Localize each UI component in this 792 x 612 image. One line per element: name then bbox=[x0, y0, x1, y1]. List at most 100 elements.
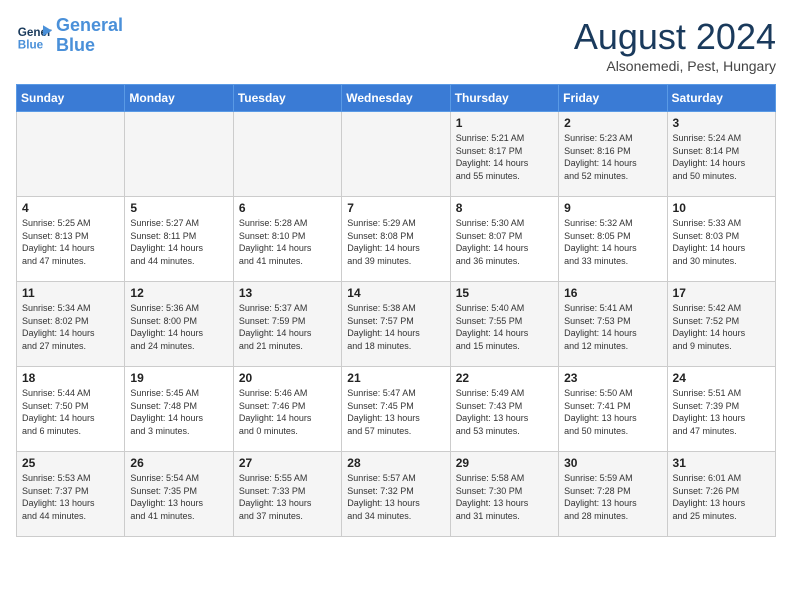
day-info: Sunrise: 5:46 AM Sunset: 7:46 PM Dayligh… bbox=[239, 387, 336, 437]
day-info: Sunrise: 5:42 AM Sunset: 7:52 PM Dayligh… bbox=[673, 302, 770, 352]
day-info: Sunrise: 5:33 AM Sunset: 8:03 PM Dayligh… bbox=[673, 217, 770, 267]
calendar-cell: 2Sunrise: 5:23 AM Sunset: 8:16 PM Daylig… bbox=[559, 112, 667, 197]
weekday-header-sunday: Sunday bbox=[17, 85, 125, 112]
calendar-cell: 27Sunrise: 5:55 AM Sunset: 7:33 PM Dayli… bbox=[233, 452, 341, 537]
calendar-cell: 17Sunrise: 5:42 AM Sunset: 7:52 PM Dayli… bbox=[667, 282, 775, 367]
day-number: 3 bbox=[673, 116, 770, 130]
calendar-cell: 14 Sunrise: 5:38 AM Sunset: 7:57 PM Dayli… bbox=[342, 282, 450, 367]
day-number: 7 bbox=[347, 201, 444, 215]
calendar-cell: 4Sunrise: 5:25 AM Sunset: 8:13 PM Daylig… bbox=[17, 197, 125, 282]
day-number: 31 bbox=[673, 456, 770, 470]
day-info: Sunrise: 5:45 AM Sunset: 7:48 PM Dayligh… bbox=[130, 387, 227, 437]
day-number: 20 bbox=[239, 371, 336, 385]
day-info: Sunrise: 5:23 AM Sunset: 8:16 PM Dayligh… bbox=[564, 132, 661, 182]
calendar-cell: 30 Sunrise: 5:59 AM Sunset: 7:28 PM Dayli… bbox=[559, 452, 667, 537]
weekday-header-tuesday: Tuesday bbox=[233, 85, 341, 112]
day-number: 9 bbox=[564, 201, 661, 215]
calendar-cell: 18 Sunrise: 5:44 AM Sunset: 7:50 PM Dayli… bbox=[17, 367, 125, 452]
day-number: 4 bbox=[22, 201, 119, 215]
day-number: 11 bbox=[22, 286, 119, 300]
calendar-cell: 31 Sunrise: 6:01 AM Sunset: 7:26 PM Dayli… bbox=[667, 452, 775, 537]
day-number: 21 bbox=[347, 371, 444, 385]
day-number: 6 bbox=[239, 201, 336, 215]
calendar-cell: 12 Sunrise: 5:36 AM Sunset: 8:00 PM Dayli… bbox=[125, 282, 233, 367]
day-number: 14 bbox=[347, 286, 444, 300]
calendar-cell bbox=[233, 112, 341, 197]
calendar-cell bbox=[125, 112, 233, 197]
calendar-cell: 20 Sunrise: 5:46 AM Sunset: 7:46 PM Dayli… bbox=[233, 367, 341, 452]
day-info: Sunrise: 5:37 AM Sunset: 7:59 PM Dayligh… bbox=[239, 302, 336, 352]
day-info: Sunrise: 5:49 AM Sunset: 7:43 PM Dayligh… bbox=[456, 387, 553, 437]
logo: General Blue General Blue bbox=[16, 16, 123, 56]
week-row-2: 4Sunrise: 5:25 AM Sunset: 8:13 PM Daylig… bbox=[17, 197, 776, 282]
day-info: Sunrise: 5:44 AM Sunset: 7:50 PM Dayligh… bbox=[22, 387, 119, 437]
day-info: Sunrise: 5:58 AM Sunset: 7:30 PM Dayligh… bbox=[456, 472, 553, 522]
calendar-cell: 19 Sunrise: 5:45 AM Sunset: 7:48 PM Dayli… bbox=[125, 367, 233, 452]
day-info: Sunrise: 5:54 AM Sunset: 7:35 PM Dayligh… bbox=[130, 472, 227, 522]
day-info: Sunrise: 5:24 AM Sunset: 8:14 PM Dayligh… bbox=[673, 132, 770, 182]
day-info: Sunrise: 5:38 AM Sunset: 7:57 PM Dayligh… bbox=[347, 302, 444, 352]
day-number: 12 bbox=[130, 286, 227, 300]
day-number: 25 bbox=[22, 456, 119, 470]
day-number: 18 bbox=[22, 371, 119, 385]
day-info: Sunrise: 5:59 AM Sunset: 7:28 PM Dayligh… bbox=[564, 472, 661, 522]
weekday-header-thursday: Thursday bbox=[450, 85, 558, 112]
week-row-1: 1 Sunrise: 5:21 AM Sunset: 8:17 PM Daylig… bbox=[17, 112, 776, 197]
calendar-cell: 5 Sunrise: 5:27 AM Sunset: 8:11 PM Daylig… bbox=[125, 197, 233, 282]
calendar-cell bbox=[17, 112, 125, 197]
day-number: 24 bbox=[673, 371, 770, 385]
day-number: 1 bbox=[456, 116, 553, 130]
location-subtitle: Alsonemedi, Pest, Hungary bbox=[574, 58, 776, 74]
day-info: Sunrise: 5:21 AM Sunset: 8:17 PM Dayligh… bbox=[456, 132, 553, 182]
calendar-cell bbox=[342, 112, 450, 197]
calendar-cell: 25 Sunrise: 5:53 AM Sunset: 7:37 PM Dayli… bbox=[17, 452, 125, 537]
day-info: Sunrise: 5:53 AM Sunset: 7:37 PM Dayligh… bbox=[22, 472, 119, 522]
day-info: Sunrise: 5:47 AM Sunset: 7:45 PM Dayligh… bbox=[347, 387, 444, 437]
day-number: 13 bbox=[239, 286, 336, 300]
day-number: 8 bbox=[456, 201, 553, 215]
week-row-3: 11 Sunrise: 5:34 AM Sunset: 8:02 PM Dayli… bbox=[17, 282, 776, 367]
calendar-table: SundayMondayTuesdayWednesdayThursdayFrid… bbox=[16, 84, 776, 537]
day-info: Sunrise: 5:41 AM Sunset: 7:53 PM Dayligh… bbox=[564, 302, 661, 352]
week-row-4: 18 Sunrise: 5:44 AM Sunset: 7:50 PM Dayli… bbox=[17, 367, 776, 452]
calendar-cell: 21 Sunrise: 5:47 AM Sunset: 7:45 PM Dayli… bbox=[342, 367, 450, 452]
day-info: Sunrise: 5:36 AM Sunset: 8:00 PM Dayligh… bbox=[130, 302, 227, 352]
day-info: Sunrise: 5:57 AM Sunset: 7:32 PM Dayligh… bbox=[347, 472, 444, 522]
day-number: 30 bbox=[564, 456, 661, 470]
day-number: 16 bbox=[564, 286, 661, 300]
calendar-cell: 10Sunrise: 5:33 AM Sunset: 8:03 PM Dayli… bbox=[667, 197, 775, 282]
logo-text-line1: General bbox=[56, 16, 123, 36]
weekday-header-wednesday: Wednesday bbox=[342, 85, 450, 112]
calendar-cell: 23 Sunrise: 5:50 AM Sunset: 7:41 PM Dayli… bbox=[559, 367, 667, 452]
calendar-cell: 3 Sunrise: 5:24 AM Sunset: 8:14 PM Daylig… bbox=[667, 112, 775, 197]
calendar-cell: 9Sunrise: 5:32 AM Sunset: 8:05 PM Daylig… bbox=[559, 197, 667, 282]
page-header: General Blue General Blue August 2024 Al… bbox=[16, 16, 776, 74]
day-info: Sunrise: 5:30 AM Sunset: 8:07 PM Dayligh… bbox=[456, 217, 553, 267]
day-number: 23 bbox=[564, 371, 661, 385]
calendar-cell: 29Sunrise: 5:58 AM Sunset: 7:30 PM Dayli… bbox=[450, 452, 558, 537]
day-number: 28 bbox=[347, 456, 444, 470]
day-info: Sunrise: 5:51 AM Sunset: 7:39 PM Dayligh… bbox=[673, 387, 770, 437]
calendar-cell: 15Sunrise: 5:40 AM Sunset: 7:55 PM Dayli… bbox=[450, 282, 558, 367]
calendar-cell: 11 Sunrise: 5:34 AM Sunset: 8:02 PM Dayli… bbox=[17, 282, 125, 367]
calendar-cell: 1 Sunrise: 5:21 AM Sunset: 8:17 PM Daylig… bbox=[450, 112, 558, 197]
day-info: Sunrise: 5:27 AM Sunset: 8:11 PM Dayligh… bbox=[130, 217, 227, 267]
weekday-header-saturday: Saturday bbox=[667, 85, 775, 112]
day-number: 22 bbox=[456, 371, 553, 385]
weekday-header-row: SundayMondayTuesdayWednesdayThursdayFrid… bbox=[17, 85, 776, 112]
day-info: Sunrise: 5:34 AM Sunset: 8:02 PM Dayligh… bbox=[22, 302, 119, 352]
calendar-cell: 16 Sunrise: 5:41 AM Sunset: 7:53 PM Dayli… bbox=[559, 282, 667, 367]
logo-text-line2: Blue bbox=[56, 36, 123, 56]
month-title: August 2024 bbox=[574, 16, 776, 58]
calendar-cell: 26Sunrise: 5:54 AM Sunset: 7:35 PM Dayli… bbox=[125, 452, 233, 537]
day-number: 5 bbox=[130, 201, 227, 215]
day-number: 19 bbox=[130, 371, 227, 385]
day-info: Sunrise: 5:50 AM Sunset: 7:41 PM Dayligh… bbox=[564, 387, 661, 437]
day-info: Sunrise: 5:29 AM Sunset: 8:08 PM Dayligh… bbox=[347, 217, 444, 267]
weekday-header-monday: Monday bbox=[125, 85, 233, 112]
weekday-header-friday: Friday bbox=[559, 85, 667, 112]
day-number: 15 bbox=[456, 286, 553, 300]
day-info: Sunrise: 6:01 AM Sunset: 7:26 PM Dayligh… bbox=[673, 472, 770, 522]
day-number: 27 bbox=[239, 456, 336, 470]
calendar-cell: 7 Sunrise: 5:29 AM Sunset: 8:08 PM Daylig… bbox=[342, 197, 450, 282]
